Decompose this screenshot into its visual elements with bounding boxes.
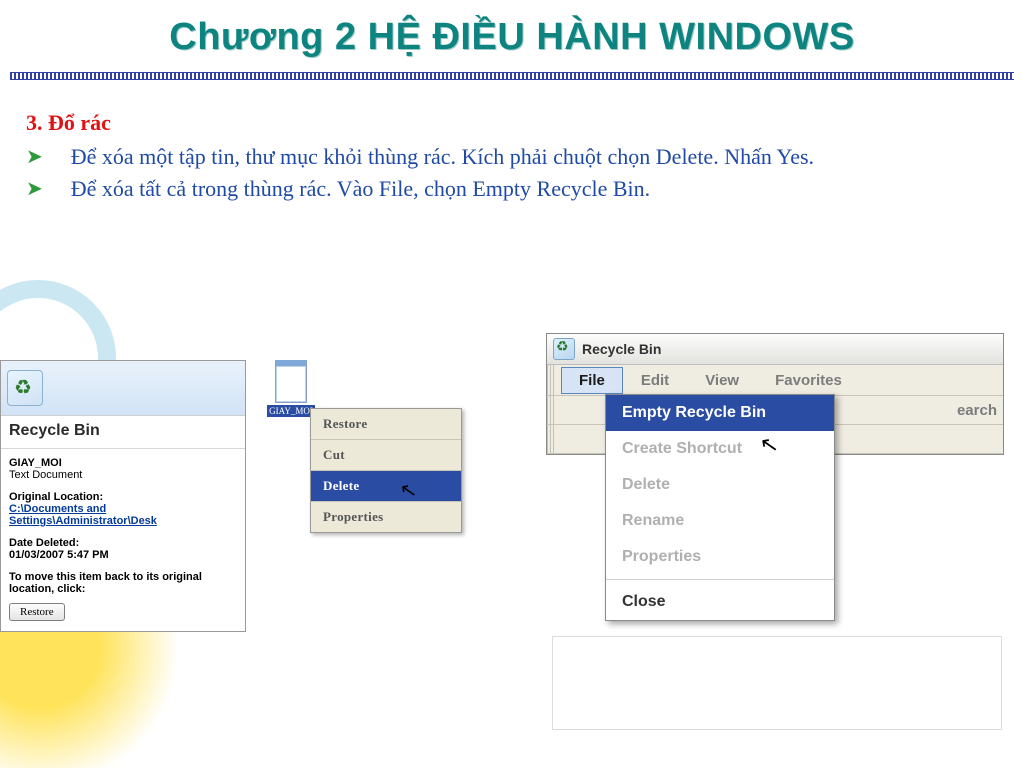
menu-properties: Properties xyxy=(606,539,834,575)
move-back-hint: To move this item back to its original l… xyxy=(9,571,237,595)
menu-edit[interactable]: Edit xyxy=(623,367,687,394)
menu-delete: Delete xyxy=(606,467,834,503)
menu-empty-recycle-bin[interactable]: Empty Recycle Bin xyxy=(606,395,834,431)
file-type-label: Text Document xyxy=(9,469,237,481)
context-menu: Restore Cut Delete Properties xyxy=(310,408,462,533)
menu-file[interactable]: File xyxy=(561,367,623,394)
orig-location-link[interactable]: C:\Documents and Settings\Administrator\… xyxy=(9,503,157,527)
menu-view[interactable]: View xyxy=(687,367,757,394)
notepad-icon xyxy=(275,360,307,403)
window-content-area xyxy=(552,636,1002,730)
file-menu-dropdown: Empty Recycle Bin Create Shortcut Delete… xyxy=(605,394,835,621)
window-title: Recycle Bin xyxy=(582,341,661,357)
bullet-arrow-icon: ➤ xyxy=(26,143,43,171)
file-icon-label: GIAY_MOI xyxy=(267,405,315,417)
menu-separator xyxy=(606,579,834,580)
restore-button[interactable]: Restore xyxy=(9,603,65,621)
bullet-text: Để xóa tất cả trong thùng rác. Vào File,… xyxy=(71,175,650,203)
toolbar-grip-icon xyxy=(547,365,555,395)
toolbar-grip-icon xyxy=(547,396,555,424)
file-name-label: GIAY_MOI xyxy=(9,457,237,469)
date-deleted-label: Date Deleted: xyxy=(9,537,237,549)
section-heading: 3. Đổ rác xyxy=(26,110,111,136)
recycle-bin-icon xyxy=(553,338,575,360)
bullet-text: Để xóa một tập tin, thư mục khỏi thùng r… xyxy=(71,143,814,171)
toolbar-grip-icon xyxy=(547,425,555,453)
recycle-bin-icon xyxy=(7,370,43,406)
window-titlebar[interactable]: Recycle Bin xyxy=(547,334,1003,365)
bullet-arrow-icon: ➤ xyxy=(26,175,43,203)
recycle-bin-sidebar: Recycle Bin GIAY_MOI Text Document Origi… xyxy=(0,360,246,632)
title-divider xyxy=(10,72,1014,80)
menu-create-shortcut: Create Shortcut xyxy=(606,431,834,467)
ctx-properties[interactable]: Properties xyxy=(311,502,461,532)
sidebar-title: Recycle Bin xyxy=(1,416,245,449)
menu-favorites[interactable]: Favorites xyxy=(757,367,860,394)
menu-close[interactable]: Close xyxy=(606,584,834,620)
orig-location-label: Original Location: xyxy=(9,491,237,503)
date-deleted-value: 01/03/2007 5:47 PM xyxy=(9,549,237,561)
ctx-restore[interactable]: Restore xyxy=(311,409,461,440)
menu-rename: Rename xyxy=(606,503,834,539)
search-label-fragment[interactable]: earch xyxy=(943,402,997,419)
ctx-delete[interactable]: Delete xyxy=(311,471,461,502)
sidebar-iconbar xyxy=(1,361,245,416)
bullet-item-1: ➤ Để xóa một tập tin, thư mục khỏi thùng… xyxy=(26,143,814,171)
menubar: File Edit View Favorites xyxy=(547,365,1003,396)
bullet-item-2: ➤ Để xóa tất cả trong thùng rác. Vào Fil… xyxy=(26,175,650,203)
page-title: Chương 2 HỆ ĐIỀU HÀNH WINDOWS xyxy=(0,16,1024,59)
ctx-cut[interactable]: Cut xyxy=(311,440,461,471)
